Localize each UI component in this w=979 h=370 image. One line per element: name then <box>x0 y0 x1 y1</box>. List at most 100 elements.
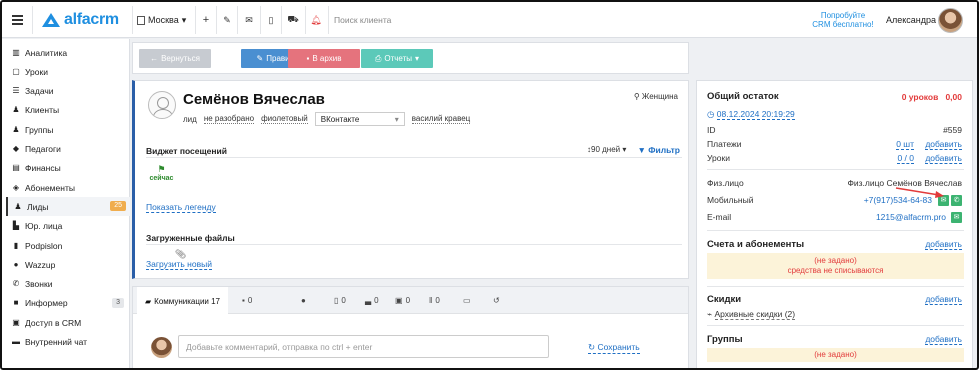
visit-now-marker[interactable]: ⚑ сейчас <box>148 163 175 188</box>
comm-tab-label: 0 <box>435 296 440 305</box>
city-selector[interactable]: Москва ▾ <box>137 2 186 38</box>
comm-tab-label: 0 <box>341 296 346 305</box>
add-group-label: добавить <box>925 334 962 345</box>
mail-icon[interactable]: ✉ <box>951 212 962 223</box>
show-legend-link[interactable]: Показать легенду <box>146 202 216 213</box>
source-select[interactable]: ВКонтакте ▾ <box>314 112 405 126</box>
sidebar-item[interactable]: ▣ Доступ в CRM <box>12 313 128 332</box>
payments-value[interactable]: 0 шт <box>896 139 914 150</box>
groups-title: Группы <box>707 334 743 345</box>
sidebar-item[interactable]: ▙ Юр. лица <box>12 217 128 236</box>
stage-tag[interactable]: не разобрано <box>203 114 255 124</box>
sidebar-item[interactable]: ◆ Педагоги <box>12 140 128 159</box>
sidebar-item[interactable]: ♟ Клиенты <box>12 101 128 120</box>
client-photo[interactable] <box>148 91 176 119</box>
comm-tab[interactable]: ▪ 0 <box>242 287 252 314</box>
user-avatar[interactable] <box>938 8 963 33</box>
upload-link[interactable]: Загрузить новый <box>146 259 212 270</box>
user-name[interactable]: Александра <box>886 2 936 38</box>
cart-icon[interactable]: ⛟ <box>286 2 300 38</box>
email-value[interactable]: 1215@alfacrm.pro <box>876 212 946 222</box>
sidebar-item-label: Внутренний чат <box>25 337 88 347</box>
add-lesson-link[interactable]: добавить <box>925 153 962 164</box>
comm-tab[interactable]: ▣ 0 <box>395 287 410 314</box>
comment-avatar <box>151 337 172 358</box>
id-label: ID <box>707 125 716 135</box>
menu-icon[interactable] <box>11 2 23 38</box>
logo[interactable]: alfacrm <box>42 2 119 38</box>
caret-down-icon: ▾ <box>394 114 399 124</box>
sidebar-item[interactable]: ■ Информер 3 <box>12 294 128 313</box>
filter-button[interactable]: ▼ Фильтр <box>637 145 680 155</box>
save-comment-link[interactable]: ↻ Сохранить <box>588 342 640 354</box>
comm-tab-label: 0 <box>374 296 379 305</box>
sidebar-item[interactable]: ♟ Лиды 25 <box>6 197 130 217</box>
money-icon: ▣ <box>395 296 403 305</box>
archive-button[interactable]: ▪ В архив <box>288 49 360 68</box>
lock-icon: ▣ <box>12 317 20 327</box>
plus-icon[interactable]: + <box>199 2 213 38</box>
period-select[interactable]: ↕90 дней ▾ <box>587 145 626 154</box>
whatsapp-icon: ● <box>301 296 306 305</box>
balance-date[interactable]: ◷ 08.12.2024 20:19:29 <box>707 109 795 120</box>
back-button[interactable]: ← Вернуться <box>139 49 211 68</box>
promo-link[interactable]: Попробуйте CRM бесплатно! <box>810 2 876 38</box>
bell-icon[interactable]: 🔔︎ <box>309 2 323 38</box>
add-account-link[interactable]: добавить <box>925 239 962 250</box>
photo-icon: ▭ <box>463 296 471 305</box>
search-input[interactable]: Поиск клиента <box>334 2 391 38</box>
sidebar-item[interactable]: ▮ Podpislon <box>12 236 128 255</box>
wrench-icon[interactable]: ✎ <box>220 2 234 38</box>
comm-tab[interactable]: ▯ 0 <box>334 287 346 314</box>
filter-icon: ▼ <box>637 145 646 155</box>
add-payment-link[interactable]: добавить <box>925 139 962 150</box>
email-label: E-mail <box>707 212 732 222</box>
comm-tab[interactable]: ▃ 0 <box>365 287 379 314</box>
status-tag[interactable]: лид <box>183 115 197 124</box>
reports-button[interactable]: ⎙ Отчеты ▾ <box>361 49 433 68</box>
tag-icon: ◈ <box>12 182 20 192</box>
sidebar-item[interactable]: ♟ Группы <box>12 120 128 139</box>
sidebar-item[interactable]: ▤ Финансы <box>12 159 128 178</box>
sidebar-item[interactable]: ▢ Уроки <box>12 62 128 81</box>
group-icon: ♟ <box>12 124 20 134</box>
comm-tab[interactable]: ↺ <box>493 287 503 314</box>
mail-icon[interactable]: ✉ <box>242 2 256 38</box>
comm-tab[interactable]: ▭ <box>463 287 474 314</box>
sidebar-item[interactable]: ▬ Внутренний чат <box>12 333 128 352</box>
app-window: alfacrm Москва ▾ + ✎ ✉ ▯ ⛟ 🔔︎ Поиск клие… <box>0 0 979 370</box>
sidebar-item[interactable]: ● Wazzup <box>12 255 128 274</box>
add-discount-label: добавить <box>925 294 962 305</box>
archive-discounts-link[interactable]: ⌁ Архивные скидки (2) <box>707 309 796 320</box>
owner-tag[interactable]: василий кравец <box>411 114 471 124</box>
sidebar-item[interactable]: ▥ Аналитика <box>12 43 128 62</box>
add-group-link[interactable]: добавить <box>925 334 962 345</box>
comm-tab[interactable]: ● <box>301 287 309 314</box>
comm-tab[interactable]: ‖ 0 <box>429 287 440 314</box>
lessons-value[interactable]: 0 / 0 <box>897 153 914 164</box>
sidebar-item[interactable]: ✆ Звонки <box>12 275 128 294</box>
call-icon[interactable]: ✆ <box>951 195 962 206</box>
divider <box>707 325 964 326</box>
tasks-icon: ☰ <box>12 86 20 96</box>
annotation-arrow <box>895 187 944 198</box>
phone-icon[interactable]: ▯ <box>264 2 278 38</box>
sidebar-item[interactable]: ◈ Абонементы <box>12 178 128 197</box>
whatsapp-icon: ● <box>13 259 19 269</box>
add-discount-link[interactable]: добавить <box>925 294 962 305</box>
add-account-label: добавить <box>925 239 962 250</box>
sidebar-item-label: Уроки <box>25 66 48 77</box>
communications-panel: ▰ Коммуникации 17 ▪ 0 ● ▯ 0 ▃ 0 ▣ 0 ‖ 0 ▭ ↺ Добавьте к… <box>132 286 689 368</box>
pause-icon: ‖ <box>429 296 433 305</box>
calendar-icon: ▢ <box>12 66 20 76</box>
comment-input[interactable]: Добавьте комментарий, отправка по ctrl +… <box>178 335 549 358</box>
color-tag[interactable]: фиолетовый <box>261 114 308 124</box>
save-label: Сохранить <box>597 342 640 352</box>
comm-tab-label: 0 <box>247 296 253 305</box>
reports-label: Отчеты <box>384 54 413 63</box>
logo-icon <box>42 13 60 27</box>
count-badge: 3 <box>112 297 124 308</box>
comm-tab[interactable]: ▰ Коммуникации 17 <box>137 287 229 315</box>
sidebar-item[interactable]: ☰ Задачи <box>12 82 128 101</box>
comment-placeholder: Добавьте комментарий, отправка по ctrl +… <box>186 341 373 352</box>
